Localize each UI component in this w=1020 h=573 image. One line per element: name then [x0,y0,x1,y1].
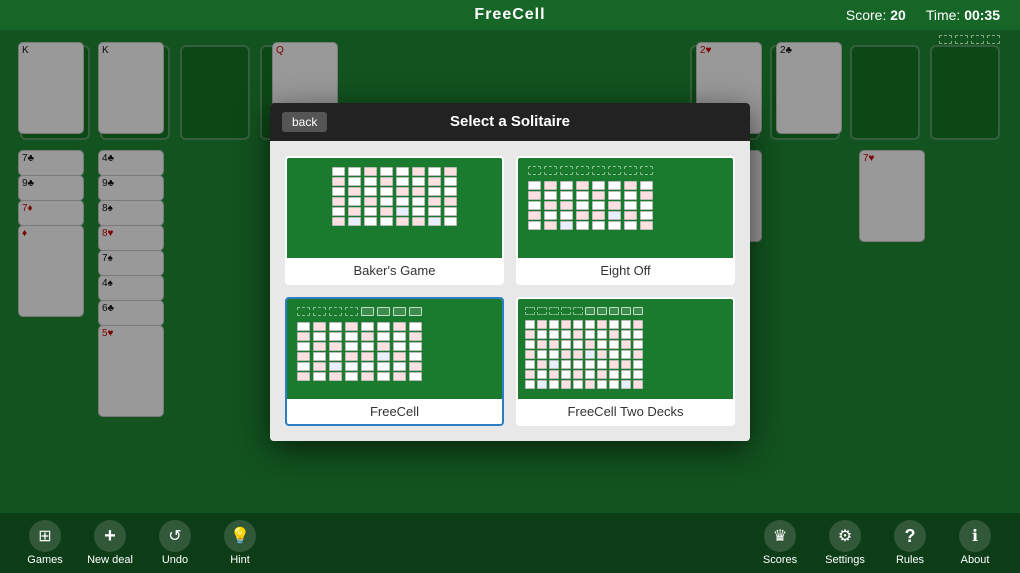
new-deal-label: New deal [87,554,133,566]
score-value: 20 [890,7,906,23]
app-title: FreeCell [474,6,545,24]
hint-button[interactable]: 💡 Hint [215,520,265,566]
undo-icon: ↺ [159,520,191,552]
new-deal-icon: + [94,520,126,552]
freecell-preview [287,299,502,399]
rules-button[interactable]: ? Rules [885,520,935,566]
about-button[interactable]: ℹ About [950,520,1000,566]
preview-col [348,167,361,227]
preview-col [428,167,441,227]
games-icon: ⊞ [29,520,61,552]
select-solitaire-modal: back Select a Solitaire [270,103,750,441]
scores-button[interactable]: ♛ Scores [755,520,805,566]
preview-col [396,167,409,227]
rules-label: Rules [896,554,924,566]
bakers-game-label: Baker's Game [287,258,502,283]
header: FreeCell Score: 20 Time: 00:35 [0,0,1020,30]
scores-icon: ♛ [764,520,796,552]
settings-label: Settings [825,554,865,566]
preview-col [332,167,345,227]
time-label: Time: [926,7,960,23]
bakers-game-preview [287,158,502,258]
modal-content: Baker's Game [270,141,750,441]
new-deal-button[interactable]: + New deal [85,520,135,566]
hint-label: Hint [230,554,250,566]
option-freecell-two-decks[interactable]: FreeCell Two Decks [516,297,735,426]
modal-overlay: back Select a Solitaire [0,30,1020,513]
games-button[interactable]: ⊞ Games [20,520,70,566]
scores-label: Scores [763,554,797,566]
preview-col [380,167,393,227]
freecell-two-decks-label: FreeCell Two Decks [518,399,733,424]
preview-col [444,167,457,227]
bottom-right-buttons: ♛ Scores ⚙ Settings ? Rules ℹ About [755,520,1000,566]
score-label: Score: [846,7,886,23]
games-label: Games [27,554,62,566]
freecell-label: FreeCell [287,399,502,424]
freecell-two-decks-preview [518,299,733,399]
about-icon: ℹ [959,520,991,552]
option-bakers-game[interactable]: Baker's Game [285,156,504,285]
preview-col [364,167,377,227]
score-area: Score: 20 Time: 00:35 [846,7,1000,23]
option-freecell[interactable]: FreeCell [285,297,504,426]
bottom-bar: ⊞ Games + New deal ↺ Undo 💡 Hint ♛ Score… [0,513,1020,573]
about-label: About [961,554,990,566]
modal-back-button[interactable]: back [282,112,327,132]
undo-label: Undo [162,554,188,566]
bottom-left-buttons: ⊞ Games + New deal ↺ Undo 💡 Hint [20,520,265,566]
time-value: 00:35 [964,7,1000,23]
rules-icon: ? [894,520,926,552]
modal-header: back Select a Solitaire [270,103,750,141]
time-display: Time: 00:35 [926,7,1000,23]
settings-button[interactable]: ⚙ Settings [820,520,870,566]
eight-off-preview [518,158,733,258]
settings-icon: ⚙ [829,520,861,552]
eight-off-label: Eight Off [518,258,733,283]
modal-title: Select a Solitaire [285,113,735,130]
option-eight-off[interactable]: Eight Off [516,156,735,285]
undo-button[interactable]: ↺ Undo [150,520,200,566]
preview-col [412,167,425,227]
hint-icon: 💡 [224,520,256,552]
score-display: Score: 20 [846,7,906,23]
